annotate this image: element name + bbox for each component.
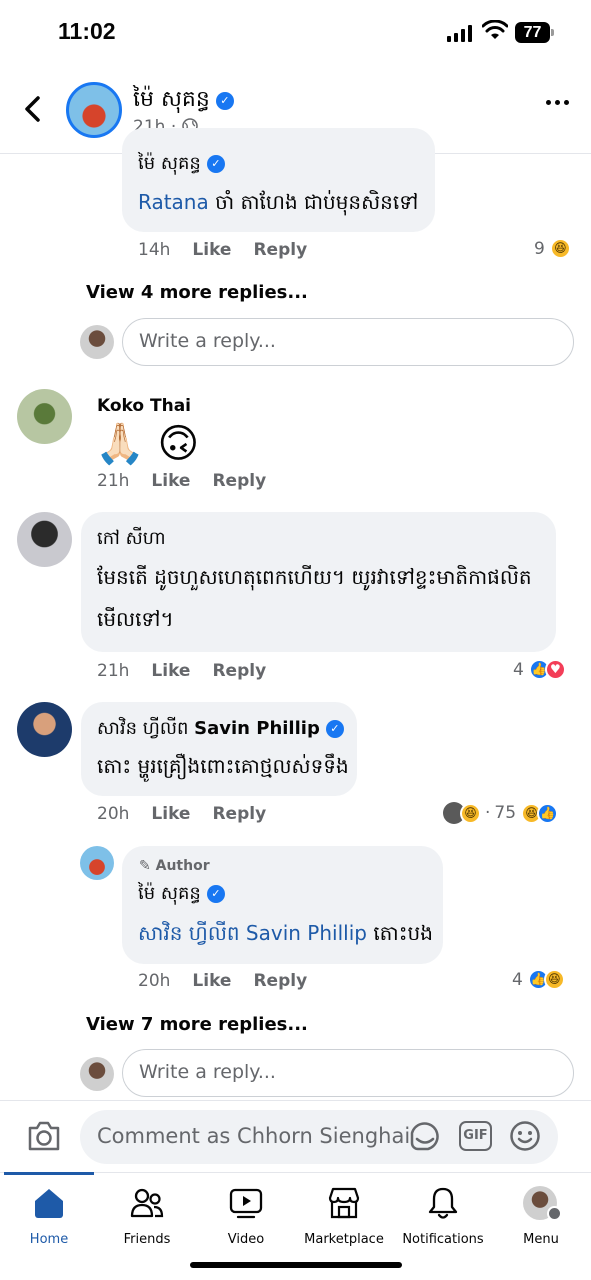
camera-icon[interactable] [26,1120,62,1152]
profile-menu-icon [523,1186,562,1221]
like-button[interactable]: Like [192,240,231,260]
back-arrow-icon[interactable] [22,95,44,123]
tab-home[interactable]: Home [0,1186,98,1247]
like-button[interactable]: Like [192,971,231,991]
current-user-avatar [80,1057,114,1091]
verified-badge-icon: ✓ [206,885,225,903]
reply-button[interactable]: Reply [212,471,266,491]
tab-notifications[interactable]: Notifications [394,1186,492,1247]
comment-placeholder: Comment as Chhorn Sienghai [97,1124,411,1148]
active-tab-indicator [4,1172,94,1175]
commenter-avatar[interactable] [17,389,72,444]
reply-author[interactable]: ម៉ៃ សុគន្ធ ✓ [138,881,225,908]
battery-tip [551,29,554,36]
mention-link[interactable]: សាវិន ហ្វីលីព Savin Phillip [138,921,367,945]
view-more-replies[interactable]: View 7 more replies... [86,1014,308,1035]
more-options-icon[interactable] [546,100,569,105]
comment-text: មែនតើ ដូចហួសហេតុពេកហើយ។ យូរវាទៅខ្ទះមាតិក… [97,565,532,631]
haha-reaction-icon: 😆 [549,238,571,259]
home-indicator [190,1262,402,1268]
like-button[interactable]: Like [151,471,190,491]
love-reaction-icon: ♥ [544,659,566,680]
comment-actions: 21h Like Reply [97,661,267,681]
like-reaction-icon: 👍 [537,802,559,824]
verified-badge-icon: ✓ [215,92,234,110]
author-avatar[interactable] [66,82,122,138]
wifi-icon [482,20,508,39]
tab-marketplace[interactable]: Marketplace [295,1186,393,1247]
cellular-signal-icon [447,24,472,42]
reply-text: សាវិន ហ្វីលីព Savin Phillip តោះបង [138,921,433,945]
emoji-icon[interactable] [509,1120,541,1152]
reaction-summary[interactable]: 😆 · 75 😆 👍 [443,802,559,824]
reply-actions: 14h Like Reply [138,240,308,260]
marketplace-icon [328,1187,360,1219]
commenter-avatar[interactable] [17,512,72,567]
reaction-summary[interactable]: 4 👍 ♥ [513,659,566,680]
tab-menu[interactable]: Menu [492,1186,590,1247]
write-reply-input[interactable]: Write a reply... [122,1049,574,1097]
reply-button[interactable]: Reply [212,804,266,824]
video-icon [229,1188,263,1219]
author-name[interactable]: ម៉ៃ សុគន្ធ ✓ [133,85,234,117]
reply-button[interactable]: Reply [253,240,307,260]
like-button[interactable]: Like [151,804,190,824]
bell-icon [428,1187,458,1219]
commenter-name[interactable]: Koko Thai [97,396,191,416]
comment-text: តោះ ម្ហូរគ្រឿងពោះគោថ្មលស់ទទឹង [97,754,349,778]
write-reply-input[interactable]: Write a reply... [122,318,574,366]
reaction-summary[interactable]: 9 😆 [534,238,571,259]
reply-author-avatar[interactable] [80,846,114,880]
comment-actions: 20h Like Reply [97,804,267,824]
commenter-name[interactable]: សាវិន ហ្វីលីព Savin Phillip ✓ [97,716,344,743]
pencil-icon: ✎ [139,858,151,874]
view-more-replies[interactable]: View 4 more replies... [86,282,308,303]
home-icon [35,1189,63,1218]
reply-button[interactable]: Reply [253,971,307,991]
author-label: ✎ Author [139,858,210,874]
haha-reaction-icon: 😆 [460,802,481,824]
reply-button[interactable]: Reply [212,661,266,681]
reaction-summary[interactable]: 4 👍 😆 [512,969,565,990]
reply-text: Ratana ចាំ តាហែង ជាប់មុនសិនទៅ [138,190,419,214]
tab-friends[interactable]: Friends [98,1186,196,1247]
status-time: 11:02 [58,18,116,44]
sticker-icon[interactable] [408,1119,442,1153]
reply-author[interactable]: ម៉ៃ សុគន្ធ ✓ [138,151,225,178]
like-button[interactable]: Like [151,661,190,681]
mention-link[interactable]: Ratana [138,190,209,214]
verified-badge-icon: ✓ [325,720,344,738]
comment-emoji: 🙏🏻 🙃 [95,421,200,467]
reply-actions: 20h Like Reply [138,971,308,991]
current-user-avatar [80,325,114,359]
gif-button[interactable]: GIF [459,1121,492,1151]
battery-icon: 77 [515,22,550,43]
tab-video[interactable]: Video [197,1186,295,1247]
verified-badge-icon: ✓ [206,155,225,173]
friends-icon [130,1188,164,1218]
comment-actions: 21h Like Reply [97,471,267,491]
commenter-name[interactable]: កៅ សីហា [97,526,166,553]
haha-reaction-icon: 😆 [543,969,565,990]
commenter-avatar[interactable] [17,702,72,757]
